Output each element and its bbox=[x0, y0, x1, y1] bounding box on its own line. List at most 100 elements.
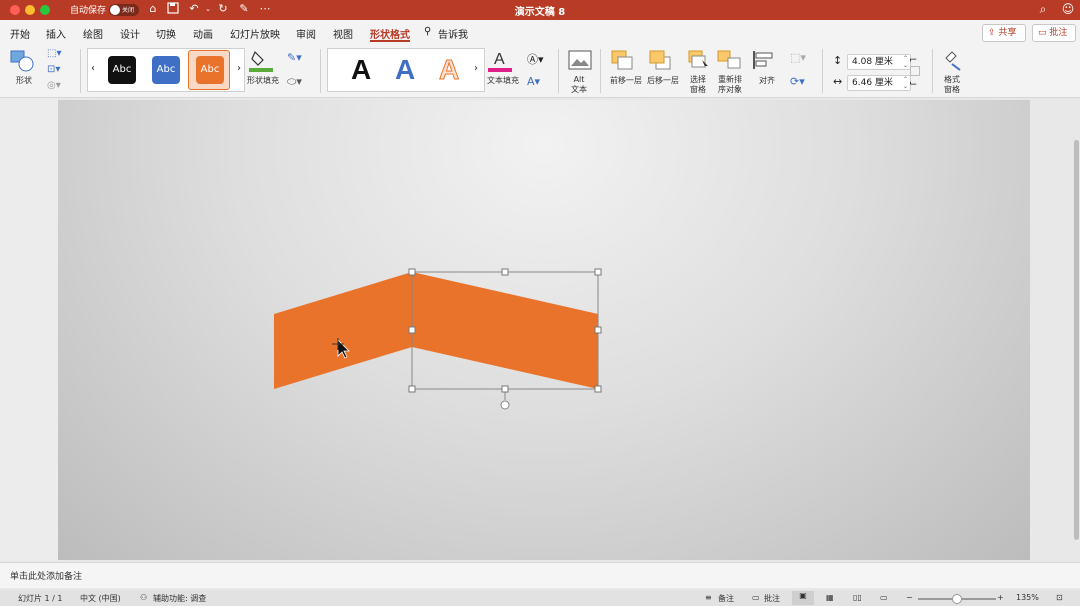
lock-aspect-icon[interactable]: ⌐ bbox=[909, 55, 917, 66]
language-indicator[interactable]: 中文 (中国) bbox=[80, 593, 121, 604]
text-box-icon[interactable]: ⊡▾ bbox=[47, 64, 60, 75]
wordart-orange-outline[interactable]: A bbox=[438, 54, 459, 85]
lock-aspect-checkbox[interactable] bbox=[910, 66, 920, 76]
gallery-prev-icon[interactable]: ‹ bbox=[91, 63, 95, 74]
shapes-button[interactable] bbox=[10, 50, 38, 75]
window-maximize-button[interactable] bbox=[40, 5, 50, 15]
tab-animations[interactable]: 动画 bbox=[193, 26, 213, 41]
save-icon[interactable] bbox=[166, 2, 180, 16]
zoom-level[interactable]: 135% bbox=[1016, 593, 1039, 602]
comment-icon: ▭ bbox=[1038, 28, 1050, 38]
window-close-button[interactable] bbox=[10, 5, 20, 15]
account-icon[interactable]: ☺ bbox=[1060, 2, 1076, 18]
height-stepper-icon[interactable]: ⌃ ⌄ bbox=[903, 55, 908, 69]
rotate-icon[interactable]: ⟳▾ bbox=[790, 75, 805, 88]
autosave-toggle[interactable]: 关闭 bbox=[109, 4, 139, 16]
shape-format-ribbon: 形状 ⬚▾ ⊡▾ ◎▾ ‹ Abc Abc Abc › 形状填充 ✎▾ ⬭▾ A… bbox=[0, 45, 1080, 98]
text-fill-button[interactable]: A bbox=[488, 48, 512, 75]
zoom-out-icon[interactable]: − bbox=[906, 593, 913, 602]
notes-toggle[interactable]: 备注 bbox=[718, 593, 734, 604]
group-icon[interactable]: ⬚▾ bbox=[790, 51, 806, 64]
height-value: 4.08 厘米 bbox=[852, 57, 893, 67]
share-icon: ⇪ bbox=[988, 28, 999, 38]
send-backward-button[interactable] bbox=[649, 50, 677, 73]
undo-icon[interactable]: ↶ bbox=[187, 2, 201, 16]
format-pane-label: 格式 窗格 bbox=[944, 75, 960, 94]
wordart-next-icon[interactable]: › bbox=[474, 63, 478, 74]
edit-shape-icon[interactable]: ⬚▾ bbox=[47, 48, 61, 59]
reorder-objects-label: 重新排 序对象 bbox=[718, 75, 742, 94]
accessibility-status[interactable]: 辅助功能: 调查 bbox=[153, 593, 206, 604]
width-input[interactable]: 6.46 厘米 ⌃ ⌄ bbox=[847, 75, 911, 91]
format-pane-button[interactable] bbox=[942, 50, 964, 75]
tab-design[interactable]: 设计 bbox=[120, 26, 140, 41]
tab-tell-me[interactable]: 告诉我 bbox=[438, 26, 468, 41]
shape-fill-button[interactable] bbox=[249, 48, 273, 75]
home-icon[interactable]: ⌂ bbox=[146, 2, 160, 16]
merge-shapes-icon[interactable]: ◎▾ bbox=[47, 80, 61, 91]
orange-parallelogram-right[interactable] bbox=[412, 272, 598, 389]
separator bbox=[558, 49, 559, 93]
thumbnail-pane-collapsed bbox=[0, 98, 58, 561]
vertical-scrollbar[interactable] bbox=[1074, 140, 1079, 540]
wordart-blue[interactable]: A bbox=[395, 55, 415, 85]
reorder-objects-button[interactable] bbox=[717, 50, 745, 73]
undo-dropdown-icon[interactable]: ⌄ bbox=[201, 2, 215, 16]
separator bbox=[932, 49, 933, 93]
comment-button[interactable]: ▭ 批注 bbox=[1032, 24, 1076, 42]
more-icon[interactable]: ⋯ bbox=[258, 2, 272, 16]
gallery-next-icon[interactable]: › bbox=[237, 63, 241, 74]
shape-outline-icon[interactable]: ✎▾ bbox=[287, 51, 302, 64]
window-minimize-button[interactable] bbox=[25, 5, 35, 15]
tab-review[interactable]: 审阅 bbox=[296, 26, 316, 41]
separator bbox=[600, 49, 601, 93]
normal-view-icon[interactable]: ▣ bbox=[792, 591, 814, 605]
width-stepper-icon[interactable]: ⌃ ⌄ bbox=[903, 76, 908, 90]
bring-forward-button[interactable] bbox=[611, 50, 639, 73]
shape-style-orange[interactable]: Abc bbox=[196, 56, 224, 84]
zoom-slider-thumb[interactable] bbox=[952, 594, 962, 604]
notes-pane[interactable]: 单击此处添加备注 bbox=[0, 562, 1080, 588]
comments-icon[interactable]: ▭ bbox=[752, 593, 760, 602]
text-outline-icon[interactable]: Ⓐ▾ bbox=[527, 51, 544, 67]
slide-canvas[interactable] bbox=[58, 100, 1030, 560]
presenter-view-icon[interactable]: ▭ bbox=[880, 593, 888, 602]
alt-text-button[interactable] bbox=[568, 50, 592, 73]
wordart-black[interactable]: A bbox=[351, 55, 371, 85]
selection-pane-button[interactable] bbox=[688, 50, 710, 73]
tab-view[interactable]: 视图 bbox=[333, 26, 353, 41]
orange-parallelogram-left[interactable] bbox=[274, 272, 412, 389]
ribbon-tabs: 开始 插入 绘图 设计 切换 动画 幻灯片放映 审阅 视图 形状格式 ⚲ 告诉我 bbox=[0, 20, 1080, 45]
shape-style-black[interactable]: Abc bbox=[108, 56, 136, 84]
tab-shape-format[interactable]: 形状格式 bbox=[370, 26, 410, 41]
shape-effects-icon[interactable]: ⬭▾ bbox=[287, 75, 302, 89]
slide-sorter-icon[interactable]: ▦ bbox=[826, 593, 834, 602]
fit-to-window-icon[interactable]: ⊡ bbox=[1056, 593, 1063, 602]
height-input[interactable]: 4.08 厘米 ⌃ ⌄ bbox=[847, 54, 911, 70]
customize-icon[interactable]: ✎ bbox=[237, 2, 251, 16]
reading-view-icon[interactable]: ▯▯ bbox=[853, 593, 862, 602]
tab-draw[interactable]: 绘图 bbox=[83, 26, 103, 41]
notes-icon[interactable]: ≡ bbox=[705, 593, 712, 602]
search-icon[interactable]: ⌕ bbox=[1035, 2, 1051, 18]
align-label: 对齐 bbox=[759, 76, 775, 85]
redo-icon[interactable]: ↻ bbox=[216, 2, 230, 16]
selection-pane-label: 选择 窗格 bbox=[690, 75, 706, 94]
align-button[interactable] bbox=[752, 50, 776, 73]
tab-insert[interactable]: 插入 bbox=[46, 26, 66, 41]
tab-slideshow[interactable]: 幻灯片放映 bbox=[230, 26, 280, 41]
wordart-gallery: A A A bbox=[327, 48, 485, 92]
zoom-in-icon[interactable]: + bbox=[997, 593, 1004, 602]
comments-toggle[interactable]: 批注 bbox=[764, 593, 780, 604]
status-bar: 幻灯片 1 / 1 中文 (中国) ⚇ 辅助功能: 调查 ≡ 备注 ▭ 批注 ▣… bbox=[0, 590, 1080, 606]
text-effects-icon[interactable]: A▾ bbox=[527, 75, 540, 88]
shape-style-blue[interactable]: Abc bbox=[152, 56, 180, 84]
width-value: 6.46 厘米 bbox=[852, 78, 893, 88]
share-button[interactable]: ⇪ 共享 bbox=[982, 24, 1026, 42]
separator bbox=[320, 49, 321, 93]
tab-transitions[interactable]: 切换 bbox=[156, 26, 176, 41]
tab-home[interactable]: 开始 bbox=[10, 26, 30, 41]
text-fill-label: 文本填充 bbox=[487, 76, 519, 85]
separator bbox=[822, 49, 823, 93]
crop-corner-icon: ⌙ bbox=[909, 78, 918, 89]
